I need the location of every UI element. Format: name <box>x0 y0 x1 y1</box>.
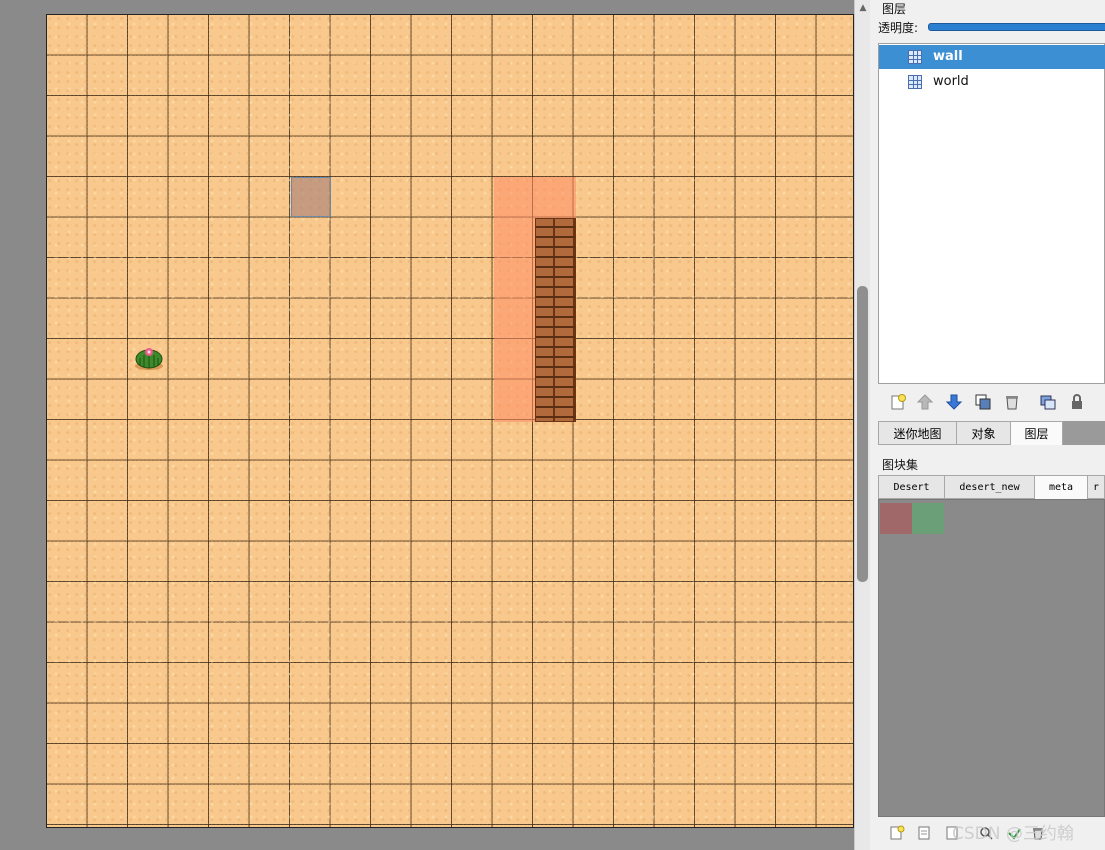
import-icon[interactable] <box>916 825 932 841</box>
tile-grid <box>47 15 855 829</box>
new-layer-icon[interactable] <box>889 393 907 411</box>
duplicate-icon[interactable] <box>974 393 992 411</box>
new-tileset-icon[interactable] <box>889 825 905 841</box>
layer-list[interactable]: wall world <box>878 43 1105 384</box>
tileset-tab-bar: Desert desert_new meta r <box>878 475 1105 499</box>
tilesets-panel-title: 图块集 <box>882 458 919 472</box>
layer-name: wall <box>933 49 963 64</box>
tileset-tab-desert-new[interactable]: desert_new <box>944 475 1035 499</box>
panel-tab-bar: 迷你地图 对象 图层 <box>878 421 1105 446</box>
tab-minimap[interactable]: 迷你地图 <box>878 421 957 445</box>
tileset-tab-meta[interactable]: meta <box>1034 475 1088 499</box>
layers-panel-title: 图层 <box>882 2 907 16</box>
tileset-view[interactable] <box>878 499 1105 817</box>
meta-tile-red[interactable] <box>880 503 912 534</box>
tab-bar-filler <box>1063 421 1105 445</box>
meta-tile-green[interactable] <box>912 503 944 534</box>
tab-objects[interactable]: 对象 <box>956 421 1011 445</box>
opacity-label: 透明度: <box>878 21 919 35</box>
cactus-icon <box>135 348 163 370</box>
meta-collision-tile <box>494 177 576 218</box>
brick-wall-tiles <box>535 218 576 422</box>
toggle-others-icon[interactable] <box>1039 393 1057 411</box>
tile-layer-icon <box>908 75 922 89</box>
scrollbar-thumb[interactable] <box>857 286 868 582</box>
meta-collision-column <box>494 218 535 422</box>
layer-item-world[interactable]: world <box>879 70 1105 94</box>
scroll-up-icon[interactable]: ▲ <box>855 0 871 16</box>
delete-icon[interactable] <box>1003 393 1021 411</box>
tileset-toolbar: CSDN @三约翰 <box>870 817 1105 850</box>
lock-icon[interactable] <box>1068 393 1086 411</box>
layer-name: world <box>933 74 969 89</box>
tileset-tab-overflow[interactable]: r <box>1087 475 1105 499</box>
tab-layers[interactable]: 图层 <box>1010 421 1063 445</box>
map-canvas[interactable] <box>46 14 855 829</box>
opacity-slider[interactable] <box>928 23 1105 31</box>
tile-layer-icon <box>908 50 922 64</box>
watermark-text: CSDN @三约翰 <box>952 824 1074 844</box>
side-panel: 图层 透明度: wall world 迷你地图 对象 图层 图块集 Desert… <box>870 0 1105 850</box>
map-viewport[interactable] <box>0 0 870 850</box>
vertical-scrollbar[interactable]: ▲ <box>854 0 870 850</box>
tileset-tab-desert[interactable]: Desert <box>878 475 945 499</box>
tile-selection-highlight <box>291 177 331 217</box>
move-up-icon[interactable] <box>916 393 934 411</box>
move-down-icon[interactable] <box>945 393 963 411</box>
layer-item-wall[interactable]: wall <box>879 45 1105 69</box>
